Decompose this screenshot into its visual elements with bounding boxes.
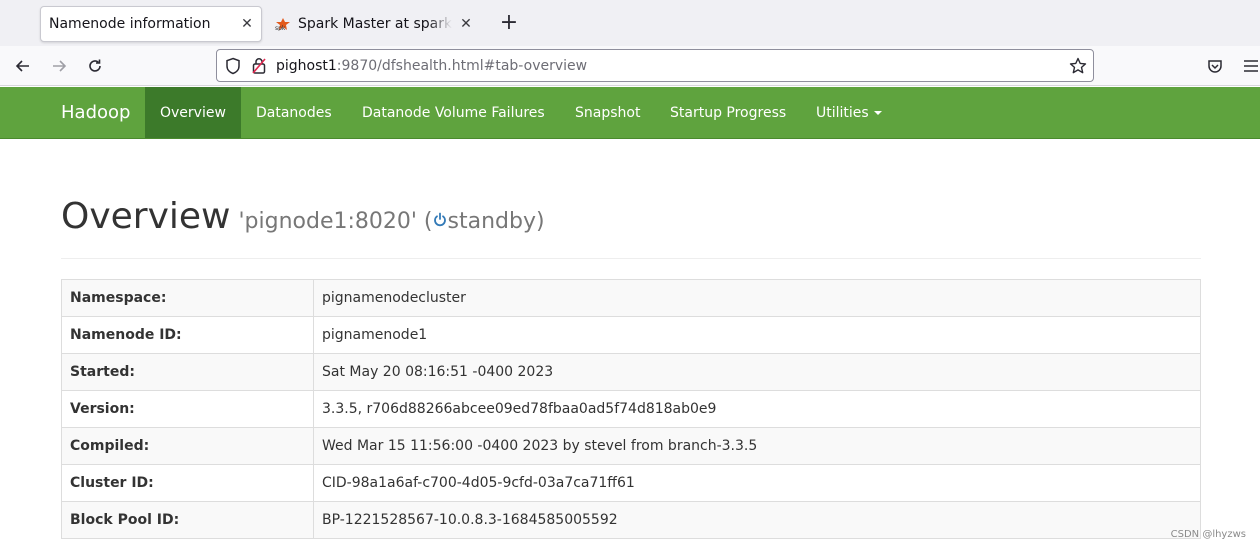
- page-title-subtitle: 'pignode1:8020' ( standby): [239, 209, 545, 234]
- namenode-host: 'pignode1:8020' (: [238, 209, 433, 234]
- table-row: Block Pool ID: BP-1221528567-10.0.8.3-168…: [61, 501, 1201, 539]
- shield-icon[interactable]: [224, 57, 242, 75]
- row-key: Started:: [61, 353, 314, 391]
- page-title: Overview 'pignode1:8020' ( standby): [61, 196, 545, 237]
- star-icon[interactable]: [1063, 57, 1093, 75]
- nav-startup-progress-label: Startup Progress: [670, 104, 787, 121]
- address-bar[interactable]: pighost1:9870/dfshealth.html#tab-overvie…: [216, 49, 1094, 82]
- caret-down-icon: [873, 110, 882, 115]
- row-value: Wed Mar 15 11:56:00 -0400 2023 by stevel…: [313, 427, 1201, 465]
- nav-datanodes[interactable]: Datanodes: [241, 87, 347, 138]
- table-row: Namenode ID: pignamenode1: [61, 316, 1201, 354]
- nav-utilities-dropdown[interactable]: Utilities: [801, 87, 897, 138]
- row-key: Namenode ID:: [61, 316, 314, 354]
- close-icon[interactable]: ✕: [233, 16, 261, 32]
- nav-overview[interactable]: Overview: [145, 87, 241, 138]
- nav-datanode-volume-failures[interactable]: Datanode Volume Failures: [347, 87, 560, 138]
- power-icon: [433, 208, 447, 233]
- row-value: BP-1221528567-10.0.8.3-1684585005592: [313, 501, 1201, 539]
- tab-title: Namenode information: [49, 16, 211, 32]
- row-value: pignamenodecluster: [313, 279, 1201, 317]
- hadoop-navbar: Hadoop Overview Datanodes Datanode Volum…: [0, 87, 1260, 139]
- table-row: Compiled: Wed Mar 15 11:56:00 -0400 2023 …: [61, 427, 1201, 465]
- nav-startup-progress[interactable]: Startup Progress: [655, 87, 801, 138]
- row-value: Sat May 20 08:16:51 -0400 2023: [313, 353, 1201, 391]
- url-host: pighost1: [276, 57, 337, 74]
- nav-snapshot-label: Snapshot: [575, 104, 641, 121]
- url-text[interactable]: pighost1:9870/dfshealth.html#tab-overvie…: [276, 58, 1063, 74]
- close-icon[interactable]: ✕: [452, 16, 480, 32]
- table-row: Started: Sat May 20 08:16:51 -0400 2023: [61, 353, 1201, 391]
- reload-icon[interactable]: [81, 52, 109, 80]
- lock-icon[interactable]: [251, 57, 267, 75]
- row-key: Namespace:: [61, 279, 314, 317]
- tab-namenode-information[interactable]: Namenode information ✕: [40, 6, 262, 42]
- plus-icon[interactable]: +: [496, 10, 522, 38]
- row-key: Block Pool ID:: [61, 501, 314, 539]
- row-value: pignamenode1: [313, 316, 1201, 354]
- row-key: Cluster ID:: [61, 464, 314, 502]
- svg-text:spk: spk: [275, 25, 286, 31]
- forward-arrow-icon[interactable]: [45, 52, 73, 80]
- nav-snapshot[interactable]: Snapshot: [560, 87, 655, 138]
- nav-overview-label: Overview: [160, 104, 226, 121]
- back-arrow-icon[interactable]: [9, 52, 37, 80]
- table-row: Cluster ID: CID-98a1a6af-c700-4d05-9cfd-0…: [61, 464, 1201, 502]
- pocket-icon[interactable]: [1201, 52, 1229, 80]
- browser-navigation-bar: pighost1:9870/dfshealth.html#tab-overvie…: [0, 46, 1260, 86]
- row-key: Compiled:: [61, 427, 314, 465]
- nav-datanodes-label: Datanodes: [256, 104, 332, 121]
- title-divider: [61, 258, 1201, 259]
- hamburger-menu-icon[interactable]: [1237, 52, 1260, 80]
- url-path: :9870/dfshealth.html#tab-overview: [336, 57, 588, 74]
- hadoop-brand[interactable]: Hadoop: [61, 102, 130, 123]
- browser-tab-strip: Namenode information ✕ spk Spark Master …: [0, 0, 1260, 46]
- tab-title: Spark Master at spark://pi: [298, 16, 452, 32]
- tab-spark-master[interactable]: spk Spark Master at spark://pi ✕: [270, 6, 480, 42]
- table-row: Version: 3.3.5, r706d88266abcee09ed78fbaa…: [61, 390, 1201, 428]
- row-value: CID-98a1a6af-c700-4d05-9cfd-03a7ca71ff61: [313, 464, 1201, 502]
- row-key: Version:: [61, 390, 314, 428]
- watermark: CSDN @lhyzws: [1170, 529, 1246, 540]
- overview-table: Namespace: pignamenodecluster Namenode ID…: [61, 279, 1201, 539]
- table-row: Namespace: pignamenodecluster: [61, 279, 1201, 317]
- nav-utilities-label: Utilities: [816, 104, 869, 121]
- row-value: 3.3.5, r706d88266abcee09ed78fbaa0ad5f74d…: [313, 390, 1201, 428]
- namenode-state: standby): [447, 209, 545, 234]
- spark-favicon: spk: [274, 16, 292, 32]
- page-title-main: Overview: [61, 196, 231, 237]
- nav-datanode-volume-failures-label: Datanode Volume Failures: [362, 104, 545, 121]
